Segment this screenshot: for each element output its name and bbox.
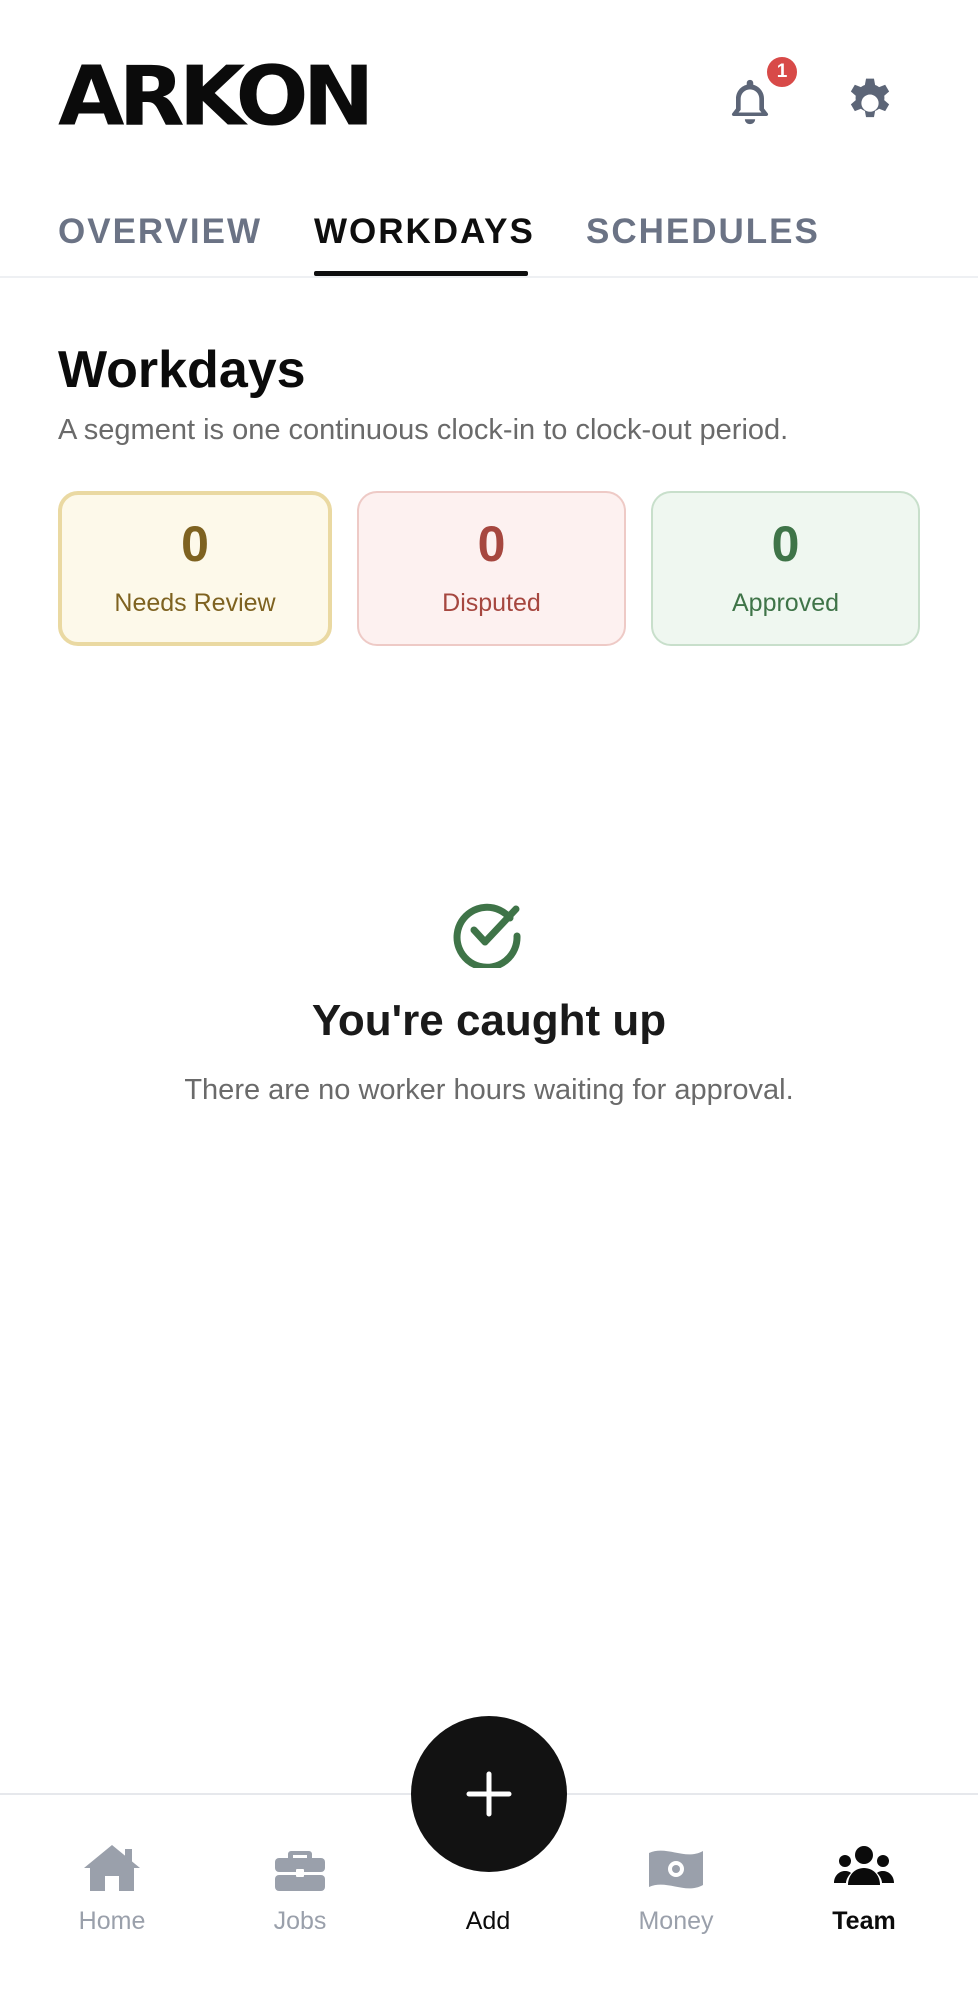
tab-schedules[interactable]: SCHEDULES <box>586 212 820 276</box>
users-icon <box>834 1846 894 1885</box>
nav-item-team[interactable]: Team <box>794 1841 934 1936</box>
arkon-logo: ARKON <box>58 49 375 145</box>
app-screen: ARKON 1 OVERVIEW WORKDAYS SCHEDULES Work… <box>0 0 978 2000</box>
stat-value: 0 <box>771 516 800 572</box>
briefcase-icon <box>275 1851 325 1891</box>
home-icon <box>84 1845 140 1891</box>
nav-label: Money <box>638 1907 714 1935</box>
check-circle-icon <box>453 903 521 968</box>
nav-item-jobs[interactable]: Jobs <box>230 1841 370 1936</box>
stat-value: 0 <box>181 516 209 572</box>
stat-label: Needs Review <box>114 589 276 617</box>
stat-value: 0 <box>477 516 506 572</box>
tab-workdays[interactable]: WORKDAYS <box>314 212 533 276</box>
stat-label: Disputed <box>442 589 541 617</box>
page-title: Workdays <box>58 341 306 399</box>
nav-item-money[interactable]: Money <box>606 1841 746 1936</box>
page-subtitle: A segment is one continuous clock-in to … <box>58 414 789 446</box>
stat-disputed[interactable]: 0 Disputed <box>357 491 626 646</box>
money-icon <box>649 1850 703 1889</box>
add-button[interactable] <box>411 1716 567 1872</box>
notification-badge[interactable]: 1 <box>764 54 800 90</box>
empty-state-title: You're caught up <box>311 996 667 1045</box>
nav-label: Team <box>832 1907 896 1935</box>
gear-icon[interactable] <box>842 74 898 130</box>
nav-label: Jobs <box>273 1907 327 1935</box>
app-header: ARKON 1 <box>0 0 978 180</box>
tab-overview[interactable]: OVERVIEW <box>58 212 262 276</box>
tab-bar: OVERVIEW WORKDAYS SCHEDULES <box>0 200 978 278</box>
nav-item-home[interactable]: Home <box>42 1841 182 1936</box>
nav-label: Home <box>78 1907 146 1935</box>
empty-state-text: There are no worker hours waiting for ap… <box>184 1074 794 1106</box>
nav-label: Add <box>465 1907 511 1935</box>
stat-approved[interactable]: 0 Approved <box>651 491 920 646</box>
stat-needs-review[interactable]: 0 Needs Review <box>58 491 332 646</box>
plus-icon <box>466 1771 512 1817</box>
stat-label: Approved <box>731 589 840 617</box>
